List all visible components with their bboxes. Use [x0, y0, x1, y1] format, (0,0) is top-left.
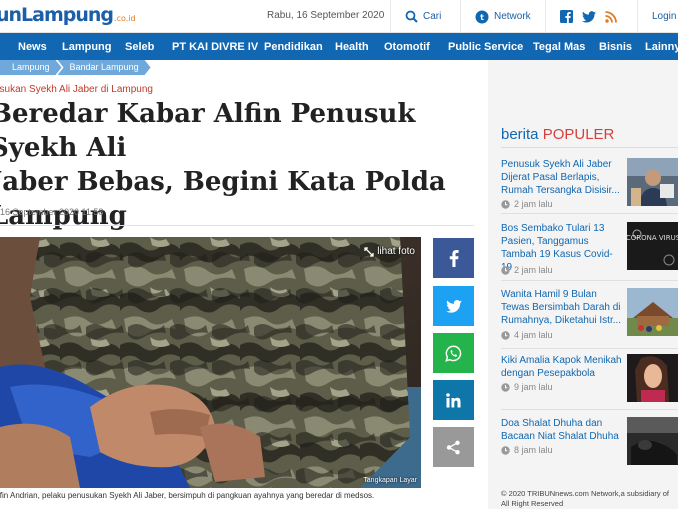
- top-bar: unLampung.co.id Rabu, 16 September 2020 …: [0, 0, 678, 33]
- popular-item-time-text: 2 jam lalu: [514, 199, 553, 209]
- clock-icon: [501, 199, 510, 209]
- photo-credit: Tangkapan Layar: [363, 477, 417, 484]
- network-icon: t: [475, 10, 489, 24]
- popular-separator: [501, 348, 678, 349]
- site-logo[interactable]: unLampung.co.id: [0, 4, 136, 26]
- page: unLampung.co.id Rabu, 16 September 2020 …: [0, 0, 678, 509]
- popular-item-thumbnail[interactable]: [627, 288, 678, 336]
- nav-item-pendidikan[interactable]: Pendidikan: [264, 41, 323, 53]
- facebook-icon[interactable]: [560, 10, 573, 23]
- search-label: Cari: [423, 11, 442, 22]
- logo-text: unLampung: [0, 4, 114, 26]
- nav-item-seleb[interactable]: Seleb: [125, 41, 154, 53]
- view-photo-label: lihat foto: [377, 246, 415, 257]
- popular-item-thumbnail[interactable]: CORONA VIRUS: [627, 222, 678, 270]
- thumbnail-text: CORONA VIRUS: [627, 234, 678, 242]
- linkedin-icon: [446, 392, 461, 408]
- divider: [0, 225, 474, 226]
- article-title-line: Beredar Kabar Alfin Penusuk Syekh Ali: [0, 99, 416, 163]
- nav-item-bisnis[interactable]: Bisnis: [599, 41, 632, 53]
- article-kicker[interactable]: usukan Syekh Ali Jaber di Lampung: [0, 84, 153, 95]
- nav-item-pt-kai[interactable]: PT KAI DIVRE IV: [172, 41, 258, 53]
- main-nav: News Lampung Seleb PT KAI DIVRE IV Pendi…: [0, 33, 678, 60]
- network-button[interactable]: t Network: [460, 0, 545, 33]
- rights-text: All Right Reserved: [501, 499, 564, 508]
- popular-item[interactable]: Doa Shalat Dhuha dan Bacaan Niat Shalat …: [501, 417, 678, 467]
- nav-item-news[interactable]: News: [18, 41, 47, 53]
- share-whatsapp-button[interactable]: [433, 333, 474, 373]
- popular-item-time: 2 jam lalu: [501, 199, 553, 209]
- whatsapp-icon: [445, 345, 462, 362]
- share-facebook-button[interactable]: [433, 238, 474, 278]
- share-linkedin-button[interactable]: [433, 380, 474, 420]
- popular-item[interactable]: Penusuk Syekh Ali Jaber Dijerat Pasal Be…: [501, 158, 678, 214]
- search-button[interactable]: Cari: [390, 0, 460, 33]
- network-label: Network: [494, 11, 531, 22]
- clock-icon: [501, 265, 510, 275]
- nav-item-tegal-mas[interactable]: Tegal Mas: [533, 41, 585, 53]
- clock-icon: [501, 330, 510, 340]
- popular-item-title[interactable]: Wanita Hamil 9 Bulan Tewas Bersimbah Dar…: [501, 288, 623, 327]
- popular-item-time: 2 jam lalu: [501, 265, 553, 275]
- popular-item-title[interactable]: Kiki Amalia Kapok Menikah dengan Pesepak…: [501, 354, 623, 380]
- popular-item[interactable]: Kiki Amalia Kapok Menikah dengan Pesepak…: [501, 354, 678, 410]
- login-label: Login: [652, 11, 677, 22]
- expand-icon: [364, 246, 374, 257]
- popular-item-thumbnail[interactable]: [627, 158, 678, 206]
- photo-image: [0, 237, 421, 488]
- popular-heading-a: berita: [501, 126, 539, 143]
- social-links: [545, 0, 637, 33]
- popular-heading-b: POPULER: [542, 126, 615, 143]
- login-button[interactable]: Login: [637, 0, 678, 33]
- logo-suffix: .co.id: [114, 14, 136, 23]
- breadcrumb: Lampung Bandar Lampung: [0, 60, 147, 75]
- popular-separator: [501, 213, 678, 214]
- popular-item-title[interactable]: Penusuk Syekh Ali Jaber Dijerat Pasal Be…: [501, 158, 623, 197]
- footer-copyright: © 2020 TRIBUNnews.com Network,a subsidia…: [501, 489, 678, 509]
- popular-item-thumbnail[interactable]: [627, 354, 678, 402]
- popular-item-time-text: 4 jam lalu: [514, 330, 553, 340]
- share-icon: [446, 440, 461, 455]
- search-icon: [405, 10, 418, 23]
- view-photo-link[interactable]: lihat foto: [364, 246, 415, 257]
- popular-item-time-text: 9 jam lalu: [514, 382, 553, 392]
- popular-item-title[interactable]: Doa Shalat Dhuha dan Bacaan Niat Shalat …: [501, 417, 623, 443]
- popular-divider: [501, 147, 678, 148]
- popular-item[interactable]: Bos Sembako Tulari 13 Pasien, Tanggamus …: [501, 222, 678, 281]
- twitter-icon: [445, 299, 462, 313]
- facebook-icon: [449, 249, 459, 267]
- clock-icon: [501, 445, 510, 455]
- nav-item-otomotif[interactable]: Otomotif: [384, 41, 430, 53]
- share-twitter-button[interactable]: [433, 286, 474, 326]
- popular-item-time-text: 8 jam lalu: [514, 445, 553, 455]
- article-photo[interactable]: lihat foto Tangkapan Layar: [0, 237, 421, 488]
- popular-item-thumbnail[interactable]: [627, 417, 678, 465]
- breadcrumb-lampung[interactable]: Lampung: [0, 60, 62, 75]
- twitter-icon[interactable]: [582, 10, 596, 23]
- popular-heading: berita POPULER: [501, 126, 614, 143]
- popular-item-time-text: 2 jam lalu: [514, 265, 553, 275]
- nav-item-lampung[interactable]: Lampung: [62, 41, 112, 53]
- popular-item[interactable]: Wanita Hamil 9 Bulan Tewas Bersimbah Dar…: [501, 288, 678, 349]
- article-date: 16 September 2020 11:58: [0, 207, 104, 217]
- photo-caption: lfin Andrian, pelaku penusukan Syekh Ali…: [0, 491, 375, 500]
- popular-item-time: 8 jam lalu: [501, 445, 553, 455]
- nav-item-lainnya[interactable]: Lainnya: [645, 41, 678, 53]
- article-title-line: Jaber Bebas, Begini Kata Polda: [0, 167, 446, 197]
- copyright-text: © 2020 TRIBUNnews.com Network,a subsidia…: [501, 489, 669, 498]
- svg-text:t: t: [480, 13, 484, 22]
- header-date: Rabu, 16 September 2020: [267, 10, 385, 21]
- share-more-button[interactable]: [433, 427, 474, 467]
- popular-item-time: 4 jam lalu: [501, 330, 553, 340]
- rss-icon[interactable]: [605, 10, 617, 23]
- breadcrumb-bandar-lampung[interactable]: Bandar Lampung: [58, 60, 151, 75]
- popular-separator: [501, 409, 678, 410]
- clock-icon: [501, 382, 510, 392]
- nav-item-health[interactable]: Health: [335, 41, 369, 53]
- popular-separator: [501, 280, 678, 281]
- popular-item-time: 9 jam lalu: [501, 382, 553, 392]
- nav-item-public-service[interactable]: Public Service: [448, 41, 523, 53]
